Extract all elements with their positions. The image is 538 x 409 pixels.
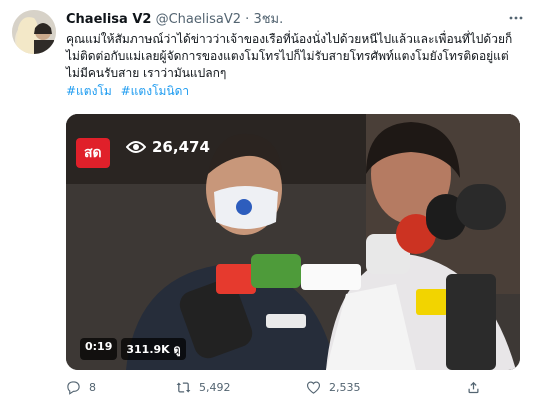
user-handle[interactable]: @ChaelisaV2 (156, 12, 241, 27)
like-icon (306, 381, 321, 394)
hashtag-list: #แตงโม #แตงโมนิดา (66, 83, 194, 100)
hashtag-link[interactable]: #แตงโมนิดา (121, 84, 190, 98)
like-count: 2,535 (329, 381, 361, 394)
hashtag-link[interactable]: #แตงโม (66, 84, 112, 98)
reply-button[interactable]: 8 (66, 380, 176, 395)
tweet-actions: 8 5,492 2,535 (66, 380, 526, 395)
separator-dot: · (245, 12, 250, 27)
viewer-count: 26,474 (126, 138, 210, 156)
like-button[interactable]: 2,535 (306, 380, 426, 395)
reply-count: 8 (89, 381, 96, 394)
video-player[interactable]: สด 26,474 0:19 311.9K ดู (66, 114, 520, 370)
tweet-text: คุณแม่ให้สัมภาษณ์ว่าได้ข่าวว่าเจ้าของเรื… (66, 32, 513, 80)
retweet-button[interactable]: 5,492 (176, 380, 296, 395)
video-duration: 0:19 (80, 338, 118, 360)
share-button[interactable] (466, 380, 481, 395)
viewer-count-value: 26,474 (152, 138, 210, 156)
live-badge: สด (76, 138, 110, 168)
video-views: 311.9K ดู (121, 338, 186, 360)
reply-icon (67, 381, 80, 395)
video-info: 0:19 311.9K ดู (80, 338, 186, 360)
avatar[interactable] (12, 10, 56, 54)
tweet-time[interactable]: 3ชม. (253, 12, 283, 27)
display-name[interactable]: Chaelisa V2 (66, 12, 151, 27)
more-icon[interactable] (508, 10, 524, 30)
tweet-header: Chaelisa V2 @ChaelisaV2 · 3ชม. (66, 12, 498, 28)
avatar-image (12, 10, 56, 54)
retweet-icon (176, 382, 191, 393)
share-icon (468, 381, 479, 394)
retweet-count: 5,492 (199, 381, 231, 394)
eye-icon (126, 141, 146, 153)
tweet-card[interactable]: Chaelisa V2 @ChaelisaV2 · 3ชม. คุณแม่ให้… (0, 0, 538, 409)
